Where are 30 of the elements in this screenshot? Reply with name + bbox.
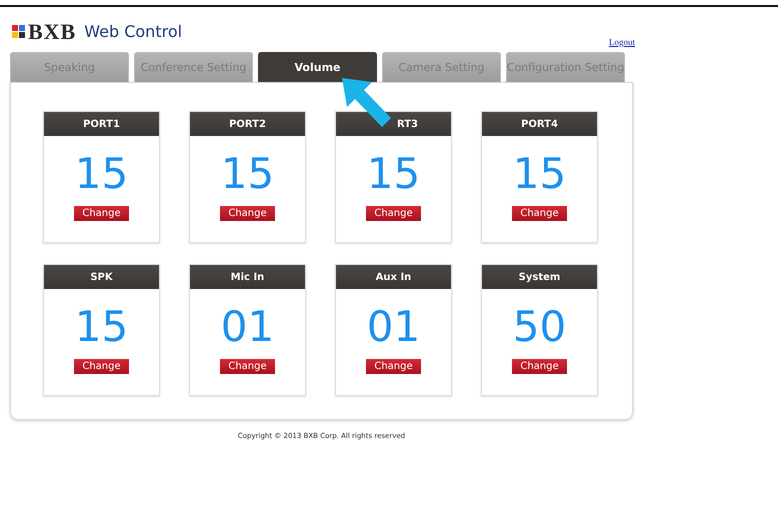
change-button[interactable]: Change: [220, 359, 275, 374]
change-button[interactable]: Change: [512, 359, 567, 374]
change-button[interactable]: Change: [220, 206, 275, 221]
change-button[interactable]: Change: [366, 206, 421, 221]
app-title: Web Control: [84, 21, 182, 43]
volume-value: 50: [512, 306, 566, 348]
channel-name: System: [518, 272, 560, 282]
channel-name: SPK: [90, 272, 113, 282]
volume-value: 15: [74, 306, 128, 348]
change-button[interactable]: Change: [74, 206, 129, 221]
channel-name: PORT2: [229, 118, 266, 130]
change-button[interactable]: Change: [74, 359, 129, 374]
logo-icon: [12, 25, 26, 39]
change-button[interactable]: Change: [366, 359, 421, 374]
channel-name: Aux In: [376, 272, 412, 282]
brand-logo: BXB: [28, 21, 76, 43]
volume-value: 15: [74, 153, 128, 195]
volume-value: 15: [366, 153, 420, 195]
volume-value: 15: [220, 153, 274, 195]
change-button[interactable]: Change: [512, 206, 567, 221]
volume-value: 15: [512, 153, 566, 195]
channel-name: Mic In: [230, 272, 264, 282]
volume-value: 01: [220, 306, 274, 348]
channel-name: RT3: [396, 118, 418, 130]
arrow-icon: [342, 78, 392, 128]
logout-link[interactable]: Logout: [609, 37, 635, 47]
tab[interactable]: Volume: [258, 52, 377, 82]
channel-name: PORT1: [83, 118, 120, 130]
channel-name: PORT4: [521, 118, 558, 130]
volume-value: 01: [366, 306, 420, 348]
